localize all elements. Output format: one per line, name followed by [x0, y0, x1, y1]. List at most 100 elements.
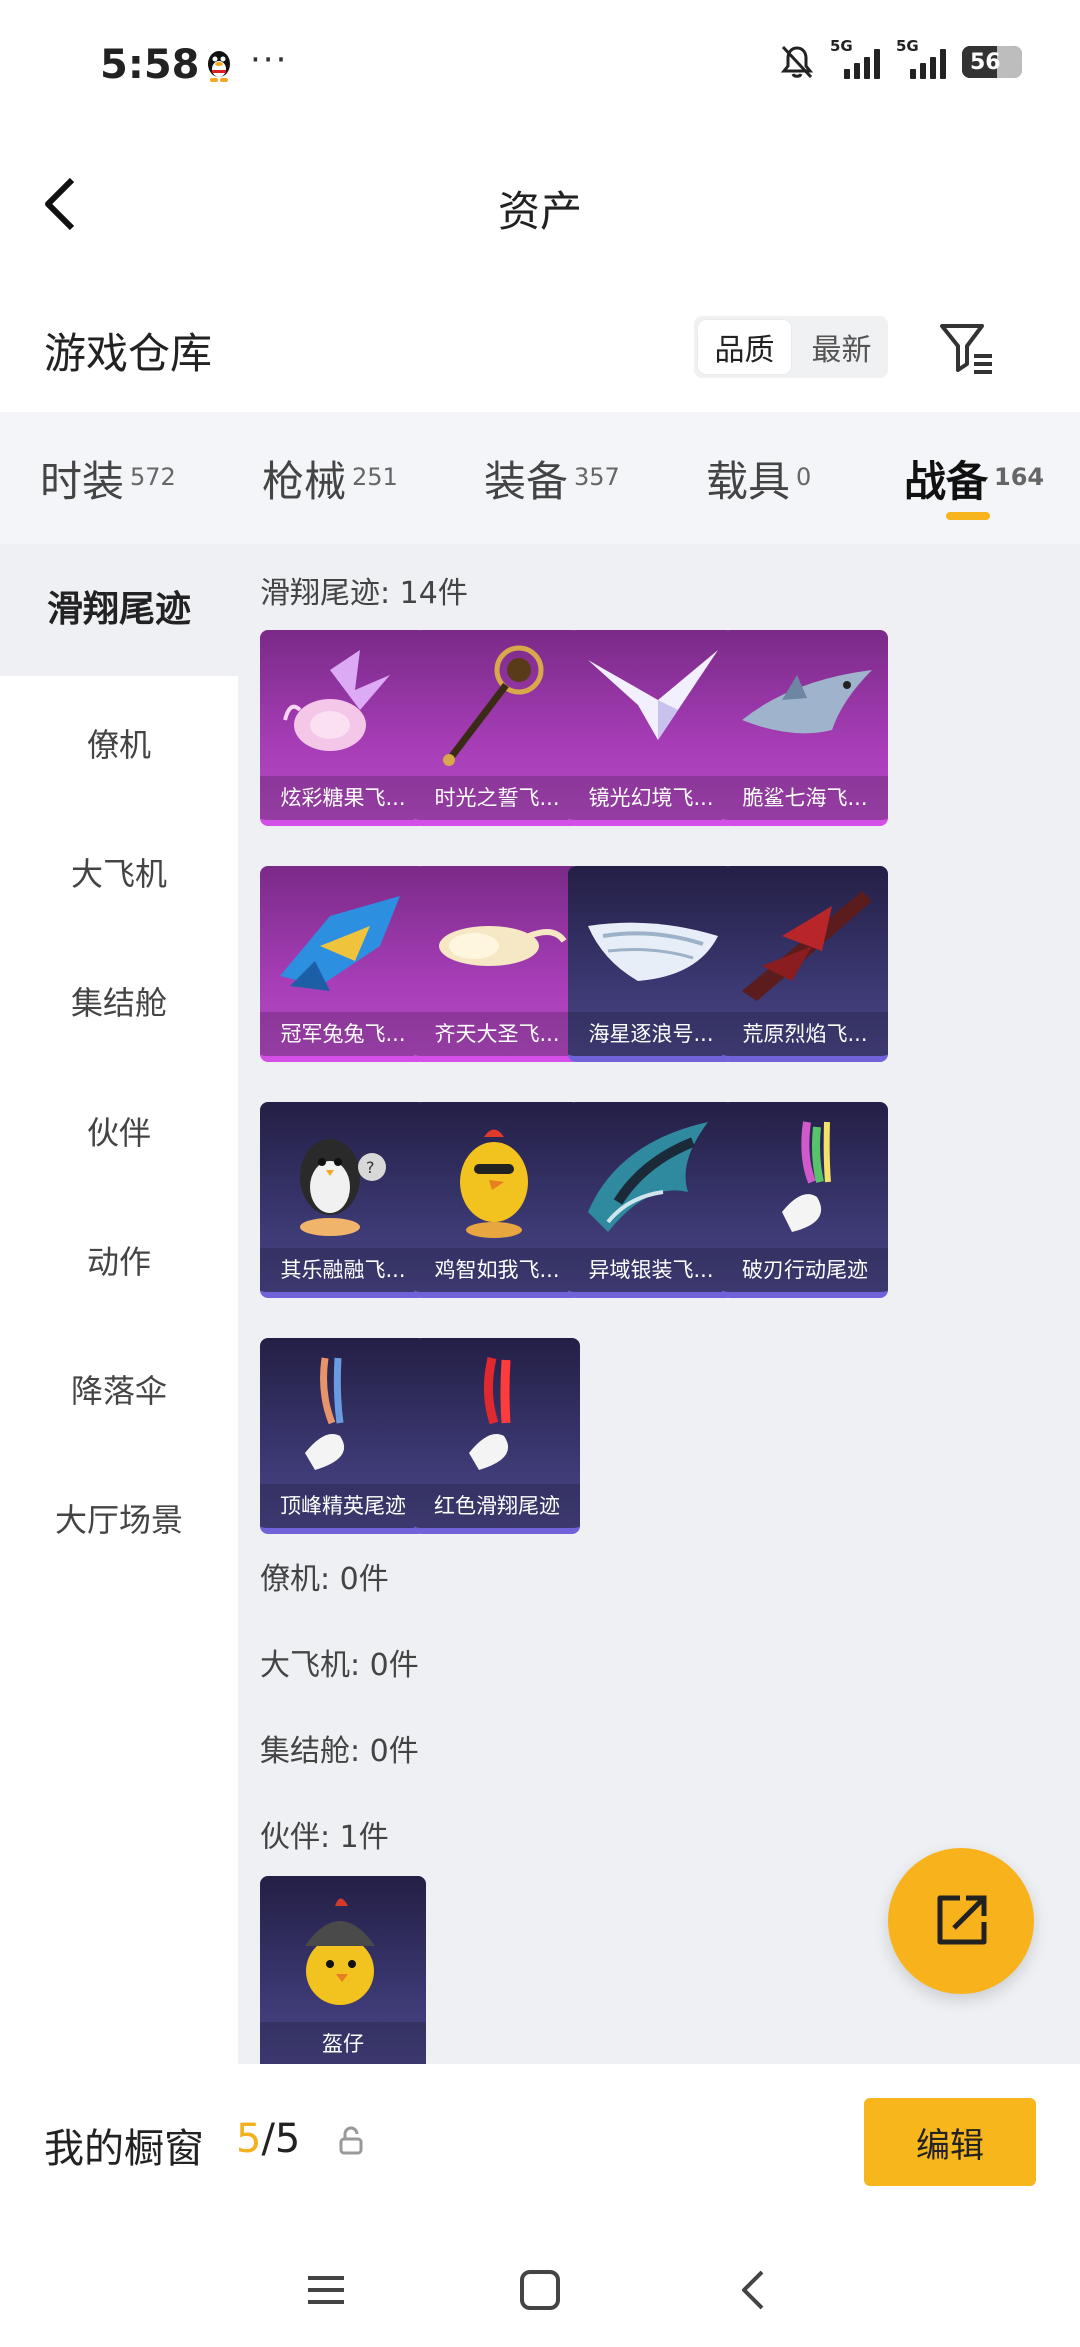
category-tabs: 时装 572 枪械 251 装备 357 载具 0 战备 164: [0, 412, 1080, 544]
lock-icon: [339, 2126, 363, 2155]
section-label-partner: 伙伴: 1件: [260, 1820, 389, 1855]
tab-equipment[interactable]: 装备 357: [484, 448, 620, 509]
item-card[interactable]: 红色滑翔尾迹: [414, 1338, 580, 1534]
tab-fashion[interactable]: 时装 572: [40, 448, 176, 509]
back-icon[interactable]: [724, 2260, 784, 2320]
red-trail-icon: [469, 1356, 511, 1470]
tab-count: 251: [352, 463, 398, 491]
item-name: 顶峰精英尾迹: [260, 1484, 426, 1528]
signal-2-icon: 5G: [896, 37, 946, 79]
item-card[interactable]: 荒原烈焰飞...: [722, 866, 888, 1062]
cloud-icon: [439, 926, 567, 966]
qq-penguin-icon: [208, 51, 230, 82]
network-type-1: 5G: [830, 37, 853, 55]
candy-wing-icon: [283, 650, 390, 751]
item-card[interactable]: 脆鲨七海飞...: [722, 630, 888, 826]
item-name: 海星逐浪号...: [568, 1012, 734, 1056]
item-name: 炫彩糖果飞...: [260, 776, 426, 820]
sort-toggle: 品质 最新: [694, 316, 888, 378]
top-header: 资产: [0, 140, 1080, 270]
item-card[interactable]: 镜光幻境飞...: [568, 630, 734, 826]
sidebar-item-action[interactable]: 动作: [0, 1237, 238, 1283]
item-name: 齐天大圣飞...: [414, 1012, 580, 1056]
tab-count: 0: [796, 463, 812, 491]
section-label-wingman: 僚机: 0件: [260, 1562, 389, 1597]
chicken-icon: [460, 1129, 528, 1238]
tab-vehicles[interactable]: 载具 0: [706, 448, 811, 509]
tab-label: 载具: [706, 457, 791, 506]
golden-scepter-icon: [443, 645, 544, 766]
sort-newest-button[interactable]: 最新: [795, 316, 888, 378]
item-name: 盔仔: [260, 2022, 426, 2064]
item-card[interactable]: 盔仔: [260, 1876, 426, 2064]
item-name: 脆鲨七海飞...: [722, 776, 888, 820]
share-button[interactable]: [888, 1848, 1034, 1994]
active-tab-indicator: [946, 512, 990, 520]
mecha-glider-icon: [280, 896, 400, 991]
item-card[interactable]: 鸡智如我飞...: [414, 1102, 580, 1298]
showcase-total: /5: [261, 2116, 301, 2162]
boat-icon: [588, 922, 718, 981]
item-card[interactable]: 齐天大圣飞...: [414, 866, 580, 1062]
crystal-wing-icon: [588, 650, 718, 740]
tab-count: 357: [574, 463, 620, 491]
battery-level: 56: [970, 49, 1001, 75]
network-type-2: 5G: [896, 37, 919, 55]
warehouse-header: 游戏仓库 品质 最新: [0, 290, 1080, 410]
item-card[interactable]: 顶峰精英尾迹: [260, 1338, 426, 1534]
bell-muted-icon: [780, 45, 814, 79]
sidebar-item-wingman[interactable]: 僚机: [0, 720, 238, 766]
status-time: 5:58: [100, 42, 200, 88]
sort-quality-button[interactable]: 品质: [698, 320, 791, 374]
share-export-icon: [937, 1895, 987, 1945]
item-name: 其乐融融飞...: [260, 1248, 426, 1292]
warehouse-title: 游戏仓库: [44, 329, 213, 378]
section-label-plane: 大飞机: 0件: [260, 1648, 419, 1683]
item-card[interactable]: 时光之誓飞...: [414, 630, 580, 826]
svg-text:?: ?: [366, 1158, 375, 1177]
showcase-count: 5/5: [236, 2116, 300, 2162]
item-grid-panel: 滑翔尾迹: 14件 炫彩糖果飞... 时光之誓飞... 镜光幻境飞... 脆鲨七…: [238, 544, 1080, 2064]
edit-button[interactable]: 编辑: [864, 2098, 1036, 2186]
sidebar-item-capsule[interactable]: 集结舱: [0, 978, 238, 1024]
tab-guns[interactable]: 枪械 251: [262, 448, 398, 509]
home-icon[interactable]: [510, 2260, 570, 2320]
item-card[interactable]: 冠军兔兔飞...: [260, 866, 426, 1062]
item-card[interactable]: 破刃行动尾迹: [722, 1102, 888, 1298]
status-icons: 5G 5G 56: [780, 37, 1022, 80]
sidebar-item-lobby-scene[interactable]: 大厅场景: [0, 1495, 238, 1541]
item-card[interactable]: 异域银装飞...: [568, 1102, 734, 1298]
item-name: 镜光幻境飞...: [568, 776, 734, 820]
tab-label: 装备: [484, 457, 569, 506]
showcase-bar: 我的橱窗 5/5 编辑: [0, 2064, 1080, 2234]
sidebar-item-glide-trail[interactable]: 滑翔尾迹: [0, 544, 238, 676]
tab-label: 战备: [904, 457, 989, 506]
penguin-icon: ?: [300, 1139, 386, 1236]
tab-count: 164: [994, 463, 1045, 491]
item-name: 破刃行动尾迹: [722, 1248, 888, 1292]
filter-icon[interactable]: [938, 318, 994, 378]
item-card[interactable]: ? 其乐融融飞...: [260, 1102, 426, 1298]
tab-battle-gear[interactable]: 战备 164: [904, 448, 1044, 509]
flame-glider-icon: [742, 891, 872, 1001]
silver-wing-icon: [588, 1122, 708, 1232]
rainbow-trail-icon: [782, 1121, 831, 1232]
item-name: 鸡智如我飞...: [414, 1248, 580, 1292]
sidebar-item-parachute[interactable]: 降落伞: [0, 1366, 238, 1412]
section-label-glide: 滑翔尾迹: 14件: [260, 576, 468, 611]
item-name: 红色滑翔尾迹: [414, 1484, 580, 1528]
sidebar-item-partner[interactable]: 伙伴: [0, 1108, 238, 1154]
shark-glider-icon: [742, 670, 872, 734]
item-card[interactable]: 海星逐浪号...: [568, 866, 734, 1062]
sidebar-item-plane[interactable]: 大飞机: [0, 849, 238, 895]
helmet-chick-icon: [305, 1898, 375, 2005]
showcase-current: 5: [236, 2116, 262, 2162]
menu-icon[interactable]: [296, 2260, 356, 2320]
item-name: 时光之誓飞...: [414, 776, 580, 820]
item-card[interactable]: 炫彩糖果飞...: [260, 630, 426, 826]
page-title: 资产: [497, 187, 582, 236]
status-bar: 5:58 ··· 5G 5G 56: [0, 0, 1080, 140]
sidebar: 滑翔尾迹 僚机 大飞机 集结舱 伙伴 动作 降落伞 大厅场景: [0, 544, 238, 2064]
tab-count: 572: [130, 463, 176, 491]
status-more-icon: ···: [250, 40, 289, 80]
